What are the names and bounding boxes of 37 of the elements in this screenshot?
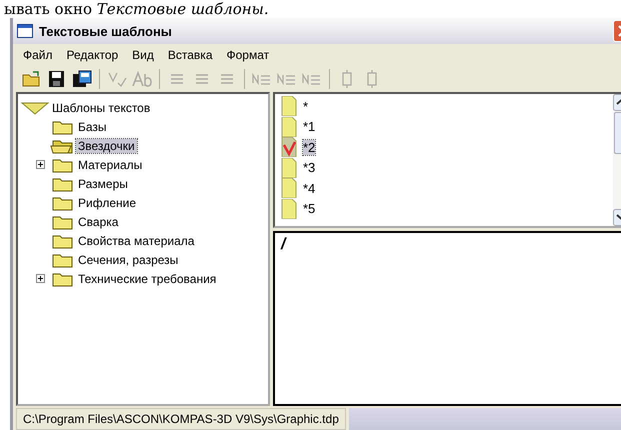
tree-item[interactable]: Свойства материала [76, 234, 196, 248]
expand-plus-icon[interactable] [36, 160, 45, 169]
expanded-triangle-icon[interactable] [20, 100, 50, 114]
menu-item[interactable]: Файл [23, 48, 53, 62]
window-icon [17, 24, 33, 38]
tree-item[interactable]: Материалы [76, 158, 144, 172]
window-title: Текстовые шаблоны [39, 24, 173, 38]
template-item[interactable]: *3 [303, 160, 316, 176]
document-icon [281, 198, 297, 219]
document-icon [281, 116, 297, 137]
checked-document-icon [281, 137, 297, 158]
document-icon [281, 178, 297, 198]
menu-item[interactable]: Редактор [66, 48, 118, 62]
document-icon [281, 158, 297, 178]
tree-item[interactable]: Рифление [76, 196, 138, 210]
template-item[interactable]: *4 [303, 180, 316, 196]
save-as-icon[interactable] [71, 69, 93, 89]
tree-item[interactable]: Технические требования [76, 272, 218, 286]
tree-item[interactable]: Сварка [76, 214, 120, 228]
caption-text: ывать окно Текстовые шаблоны. [3, 0, 270, 18]
expand-plus-icon[interactable] [36, 274, 45, 283]
menu-item[interactable]: Вставка [168, 48, 212, 62]
tree-item[interactable]: Звездочки [76, 138, 137, 152]
tree-item[interactable]: Базы [76, 120, 109, 134]
tree-item[interactable]: Сечения, разрезы [76, 252, 180, 266]
status-path: C:\Program Files\ASCON\KOMPAS-3D V9\Sys\Graphic.tdp [16, 408, 346, 430]
document-icon [281, 96, 297, 116]
menu-item[interactable]: Вид [132, 48, 154, 62]
tree-item[interactable]: Шаблоны текстов [50, 100, 152, 114]
template-item[interactable]: *2 [303, 140, 316, 155]
template-item[interactable]: * [303, 98, 308, 114]
menu-item[interactable]: Формат [226, 48, 270, 62]
template-item[interactable]: *5 [303, 201, 316, 216]
tree-item[interactable]: Размеры [76, 176, 130, 190]
template-item[interactable]: *1 [303, 119, 316, 134]
editor-text: / [281, 236, 286, 253]
text-editor[interactable]: / [273, 231, 621, 406]
